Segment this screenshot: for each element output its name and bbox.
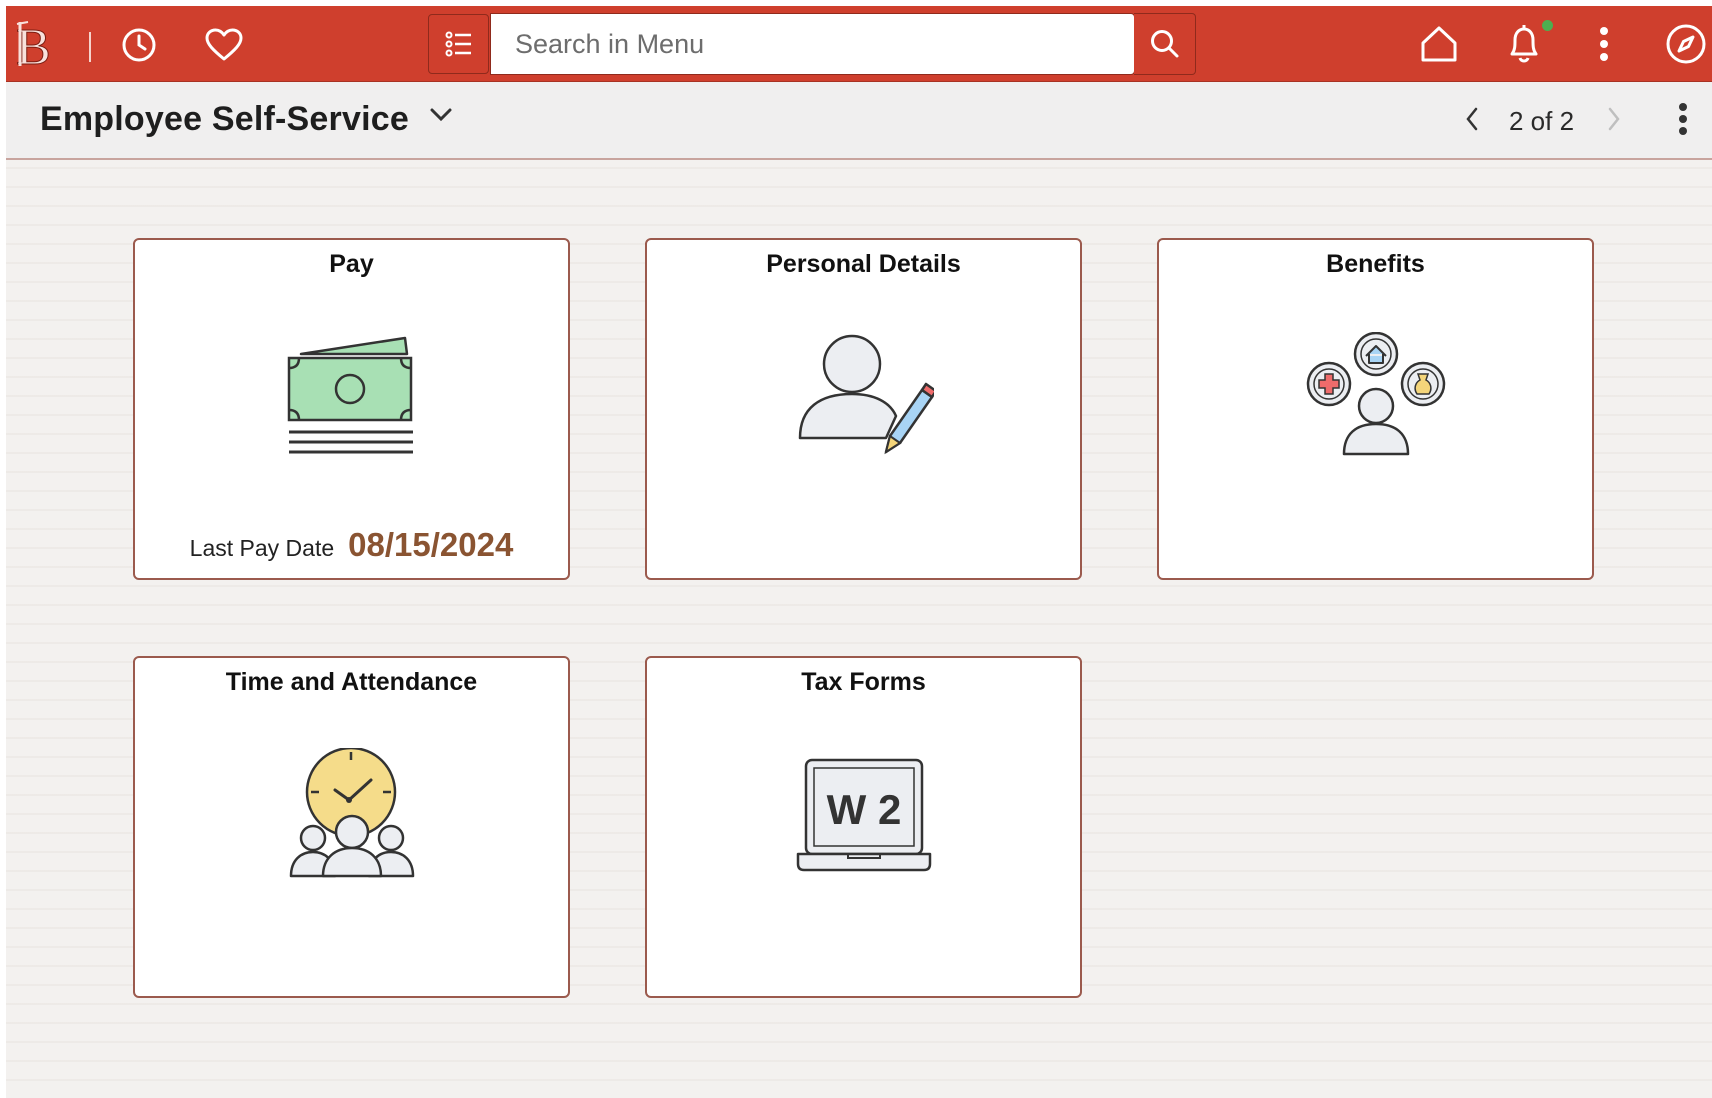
w2-label: W 2 (826, 786, 901, 833)
search-icon (1150, 30, 1178, 58)
tile-pay[interactable]: Pay Last Pay Date 08/15/2024 (133, 238, 570, 580)
page-options-icon[interactable] (1678, 102, 1688, 141)
page-header-bar: Employee Self-Service 2 of 2 (6, 82, 1712, 160)
tile-tax-forms[interactable]: Tax Forms W 2 (645, 656, 1082, 998)
recent-history-icon[interactable] (118, 24, 160, 66)
page-title[interactable]: Employee Self-Service (40, 100, 409, 139)
navigator-menu-button[interactable] (428, 14, 489, 74)
clock-people-icon (289, 748, 414, 878)
tile-title: Benefits (1326, 250, 1425, 278)
banner-divider (89, 32, 91, 62)
pager-indicator: 2 of 2 (1509, 106, 1575, 136)
tiles-area: Pay Last Pay Date 08/15/2024 Personal De… (6, 160, 1712, 1098)
tile-time-and-attendance[interactable]: Time and Attendance (133, 656, 570, 998)
last-pay-date: Last Pay Date 08/15/2024 (135, 526, 568, 564)
list-menu-icon (445, 31, 471, 57)
last-pay-date-value: 08/15/2024 (348, 526, 514, 563)
university-logo[interactable]: B (14, 14, 66, 77)
next-page-icon (1606, 106, 1622, 137)
notification-indicator (1542, 20, 1553, 31)
tile-benefits[interactable]: Benefits (1157, 238, 1594, 580)
tile-title: Pay (329, 250, 374, 278)
app-frame: B Search in Menu Employee Self-Service 2… (0, 0, 1712, 1098)
benefits-icon (1306, 332, 1445, 456)
tile-personal-details[interactable]: Personal Details (645, 238, 1082, 580)
w2-laptop-icon: W 2 (796, 758, 931, 872)
search-menu-box (490, 13, 1135, 75)
tile-title: Personal Details (766, 250, 961, 278)
home-icon[interactable] (1416, 22, 1462, 66)
more-actions-icon[interactable] (1590, 22, 1618, 66)
chevron-down-icon[interactable] (430, 108, 452, 127)
money-icon (287, 336, 413, 454)
search-input[interactable] (513, 24, 1077, 64)
favorites-heart-icon[interactable] (202, 24, 246, 66)
search-button[interactable] (1134, 13, 1196, 75)
notifications-bell-icon[interactable] (1502, 20, 1546, 68)
tile-title: Tax Forms (801, 668, 926, 696)
last-pay-date-label: Last Pay Date (189, 535, 335, 561)
person-edit-icon (798, 334, 934, 455)
top-banner: B (6, 6, 1712, 82)
tile-title: Time and Attendance (225, 668, 478, 696)
previous-page-icon[interactable] (1464, 106, 1480, 137)
navbar-compass-icon[interactable] (1662, 20, 1710, 68)
